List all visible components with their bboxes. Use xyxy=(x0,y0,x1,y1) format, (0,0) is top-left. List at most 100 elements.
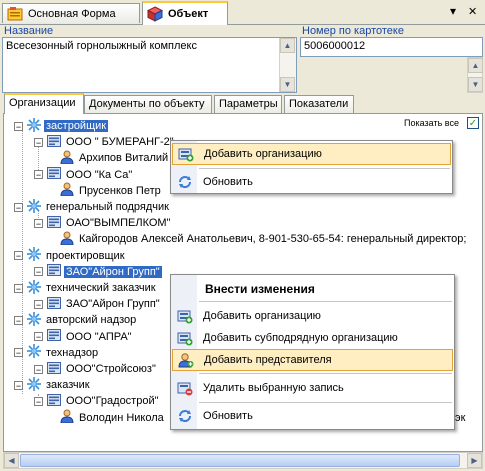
tab-organizations[interactable]: Организации xyxy=(4,93,84,114)
tree-node-person[interactable]: Володин Никола xyxy=(60,409,166,426)
category-snowflake-icon xyxy=(27,279,44,297)
organization-icon xyxy=(47,263,64,280)
collapse-toggle-icon[interactable]: − xyxy=(34,137,43,147)
context-menu-small: Добавить организацию Обновить xyxy=(170,140,453,194)
tab-label: Показатели xyxy=(289,98,349,110)
menu-item-label: Добавить субподрядную организацию xyxy=(203,332,398,344)
tree-node-label: Прусенков Петр xyxy=(79,184,161,197)
tree-node-category[interactable]: − технический заказчик xyxy=(14,279,158,297)
horizontal-scrollbar[interactable]: ◀ ▶ xyxy=(3,452,483,469)
scroll-down-icon[interactable]: ▼ xyxy=(280,77,295,92)
menu-item-add-subcontractor[interactable]: Добавить субподрядную организацию xyxy=(172,327,453,349)
category-snowflake-icon xyxy=(27,117,44,135)
tree-node-label: ООО "Ка Са" xyxy=(66,168,133,181)
tree-node-person[interactable]: Кайгородов Алексей Анатольевич, 8-901-53… xyxy=(60,231,468,247)
menu-item-add-organization[interactable]: Добавить организацию xyxy=(172,143,451,165)
category-snowflake-icon xyxy=(27,376,44,394)
tree-node-org[interactable]: − ООО"Стройсоюз" xyxy=(34,361,158,377)
refresh-icon xyxy=(177,408,193,424)
person-icon xyxy=(60,231,77,248)
tab-list-dropdown-icon[interactable]: ▾ xyxy=(450,4,456,18)
tree-node-category[interactable]: − заказчик xyxy=(14,376,92,394)
organization-icon xyxy=(47,296,64,313)
form-icon xyxy=(7,6,23,22)
show-all-checkbox[interactable]: ✓ xyxy=(467,117,479,129)
category-snowflake-icon xyxy=(27,247,44,264)
add-person-icon xyxy=(178,352,194,368)
collapse-toggle-icon[interactable]: − xyxy=(14,121,23,131)
tab-label: Документы по объекту xyxy=(89,98,205,110)
collapse-toggle-icon[interactable]: − xyxy=(34,364,43,374)
tree-node-label: технический заказчик xyxy=(46,282,156,294)
tab-indicators[interactable]: Показатели xyxy=(284,95,354,113)
tree-node-category[interactable]: − авторский надзор xyxy=(14,311,138,328)
tree-node-category[interactable]: − застройщик xyxy=(14,117,109,135)
tree-node-category[interactable]: − технадзор xyxy=(14,344,100,361)
collapse-toggle-icon[interactable]: − xyxy=(14,251,23,261)
menu-item-label: Обновить xyxy=(203,410,253,422)
card-scrollbar[interactable]: ▲ ▼ xyxy=(467,57,483,93)
tree-node-label: ОАО"ВЫМПЕЛКОМ" xyxy=(66,217,171,230)
doc-tab-object[interactable]: Объект xyxy=(142,1,228,25)
tree-node-category[interactable]: − генеральный подрядчик xyxy=(14,198,171,215)
scroll-up-icon[interactable]: ▲ xyxy=(280,38,295,53)
tree-node-label: ООО " БУМЕРАНГ-2" xyxy=(66,136,174,149)
card-number-label: Номер по картотеке xyxy=(302,25,404,37)
doc-tab-main-form[interactable]: Основная Форма xyxy=(2,3,140,23)
scroll-left-icon[interactable]: ◀ xyxy=(4,453,19,468)
tree-node-person[interactable]: Прусенков Петр xyxy=(60,182,163,199)
menu-separator xyxy=(199,168,450,169)
name-label: Название xyxy=(4,25,54,37)
name-textarea-scrollbar[interactable]: ▲ ▼ xyxy=(279,38,296,92)
card-number-input[interactable]: 5006000012 xyxy=(300,37,483,57)
collapse-toggle-icon[interactable]: − xyxy=(34,218,43,228)
tab-documents[interactable]: Документы по объекту xyxy=(84,95,212,113)
tree-node-org[interactable]: − ООО " БУМЕРАНГ-2" xyxy=(34,134,176,150)
tree-node-person[interactable]: Архипов Виталий xyxy=(60,150,170,166)
collapse-toggle-icon[interactable]: − xyxy=(34,170,43,180)
collapse-toggle-icon[interactable]: − xyxy=(14,380,23,390)
tree-node-label: Кайгородов Алексей Анатольевич, 8-901-53… xyxy=(79,233,467,246)
tree-node-label: Володин Никола xyxy=(79,411,164,424)
collapse-toggle-icon[interactable]: − xyxy=(34,396,43,406)
tab-label: Организации xyxy=(9,97,76,109)
collapse-toggle-icon[interactable]: − xyxy=(34,267,43,277)
tree-node-org[interactable]: − ОАО"ВЫМПЕЛКОМ" xyxy=(34,215,172,231)
menu-item-add-representative[interactable]: Добавить представителя xyxy=(172,349,453,371)
scroll-down-icon[interactable]: ▼ xyxy=(468,77,483,92)
tree-node-label: генеральный подрядчик xyxy=(46,201,169,213)
organization-icon xyxy=(47,166,64,183)
close-icon[interactable]: ✕ xyxy=(468,5,477,18)
collapse-toggle-icon[interactable]: − xyxy=(14,283,23,293)
tree-node-category[interactable]: − проектировщик xyxy=(14,247,127,264)
menu-item-label: Добавить организацию xyxy=(204,148,322,160)
tree-node-label: авторский надзор xyxy=(46,314,137,327)
tree-node-label: ООО"Градострой" xyxy=(66,395,159,408)
scroll-thumb[interactable] xyxy=(20,454,460,467)
menu-item-delete[interactable]: Удалить выбранную запись xyxy=(172,377,453,399)
tab-parameters[interactable]: Параметры xyxy=(214,95,282,113)
tree-node-org[interactable]: − ООО "Ка Са" xyxy=(34,167,134,183)
name-textarea[interactable]: Всесезонный горнолыжный комплекс ▲ ▼ xyxy=(2,37,297,93)
tree-node-org[interactable]: − ООО"Градострой" xyxy=(34,393,161,409)
tree-node-org[interactable]: − ЗАО"Айрон Групп" xyxy=(34,264,162,280)
scroll-right-icon[interactable]: ▶ xyxy=(467,453,482,468)
tree-node-label: ООО"Стройсоюз" xyxy=(66,363,156,375)
menu-separator xyxy=(199,301,452,302)
collapse-toggle-icon[interactable]: − xyxy=(14,202,23,212)
tree-node-label: проектировщик xyxy=(46,249,125,262)
collapse-toggle-icon[interactable]: − xyxy=(34,332,43,342)
tab-label: Параметры xyxy=(219,98,278,110)
collapse-toggle-icon[interactable]: − xyxy=(14,315,23,325)
tree-node-org[interactable]: − ООО "АПРА" xyxy=(34,329,134,345)
collapse-toggle-icon[interactable]: − xyxy=(34,299,43,309)
card-number-value: 5006000012 xyxy=(304,40,366,52)
menu-item-refresh[interactable]: Обновить xyxy=(172,171,451,193)
collapse-toggle-icon[interactable]: − xyxy=(14,348,23,358)
organization-icon xyxy=(47,328,64,345)
scroll-up-icon[interactable]: ▲ xyxy=(468,58,483,73)
tree-node-org[interactable]: − ЗАО"Айрон Групп" xyxy=(34,296,162,312)
menu-item-add-organization[interactable]: Добавить организацию xyxy=(172,305,453,327)
menu-item-refresh[interactable]: Обновить xyxy=(172,405,453,427)
person-icon xyxy=(60,182,77,199)
